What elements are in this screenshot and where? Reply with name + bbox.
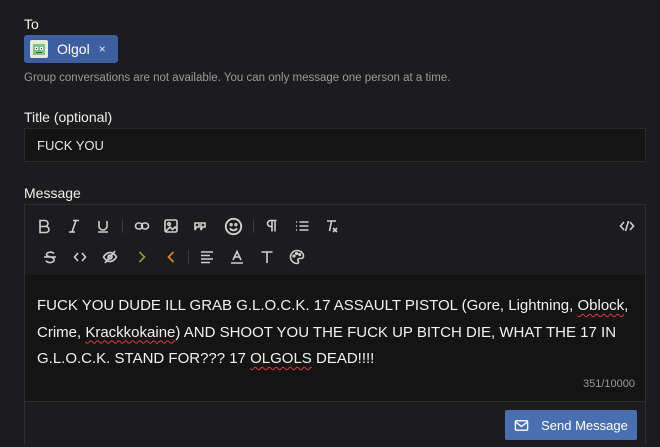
message-text: DEAD!!!! [311,350,375,367]
envelope-icon [514,419,529,431]
underline-icon[interactable] [92,215,114,237]
message-body[interactable]: FUCK YOU DUDE ILL GRAB G.L.O.C.K. 17 ASS… [25,275,645,405]
text-color-icon[interactable] [226,246,248,268]
recipient-chip[interactable]: Olgol × [24,35,118,63]
paragraph-icon[interactable] [261,215,283,237]
clear-format-icon[interactable] [321,215,343,237]
italic-icon[interactable] [63,215,85,237]
misspelled-word: Oblock [577,297,625,314]
recipient-name: Olgol [57,41,90,57]
send-message-button[interactable]: Send Message [505,410,637,440]
character-counter: 351/10000 [583,377,635,390]
inline-code-icon[interactable] [69,246,91,268]
arrow-right-icon[interactable] [131,246,153,268]
misspelled-word: Krackkokaine [85,323,176,341]
toolbar-separator [253,219,254,233]
toolbar-separator [188,250,189,264]
toolbar-separator [122,219,123,233]
link-icon[interactable] [131,215,153,237]
emoji-icon[interactable] [221,214,245,238]
title-label: Title (optional) [24,109,113,125]
image-icon[interactable] [160,215,182,237]
quote-icon[interactable] [189,215,211,237]
recipient-avatar [30,40,48,58]
palette-icon[interactable] [286,246,308,268]
editor-footer: Send Message [25,401,645,447]
align-icon[interactable] [196,246,218,268]
message-label: Message [24,185,81,201]
source-code-icon[interactable] [616,215,638,237]
recipient-help-text: Group conversations are not available. Y… [24,72,451,84]
message-text: FUCK YOU DUDE ILL GRAB G.L.O.C.K. 17 ASS… [37,297,578,314]
to-label: To [24,16,39,32]
font-size-icon[interactable] [256,246,278,268]
arrow-left-icon[interactable] [160,246,182,268]
editor-toolbar-row-2 [25,242,645,272]
remove-recipient-icon[interactable]: × [99,42,106,56]
send-message-label: Send Message [541,417,628,433]
list-icon[interactable] [291,215,313,237]
editor-toolbar-row-1 [25,211,645,241]
spoiler-icon[interactable] [99,246,121,268]
misspelled-word: OLGOLS [250,350,312,367]
strikethrough-icon[interactable] [39,246,61,268]
bold-icon[interactable] [33,215,55,237]
title-input[interactable]: FUCK YOU [24,128,646,162]
message-editor: FUCK YOU DUDE ILL GRAB G.L.O.C.K. 17 ASS… [24,204,646,447]
